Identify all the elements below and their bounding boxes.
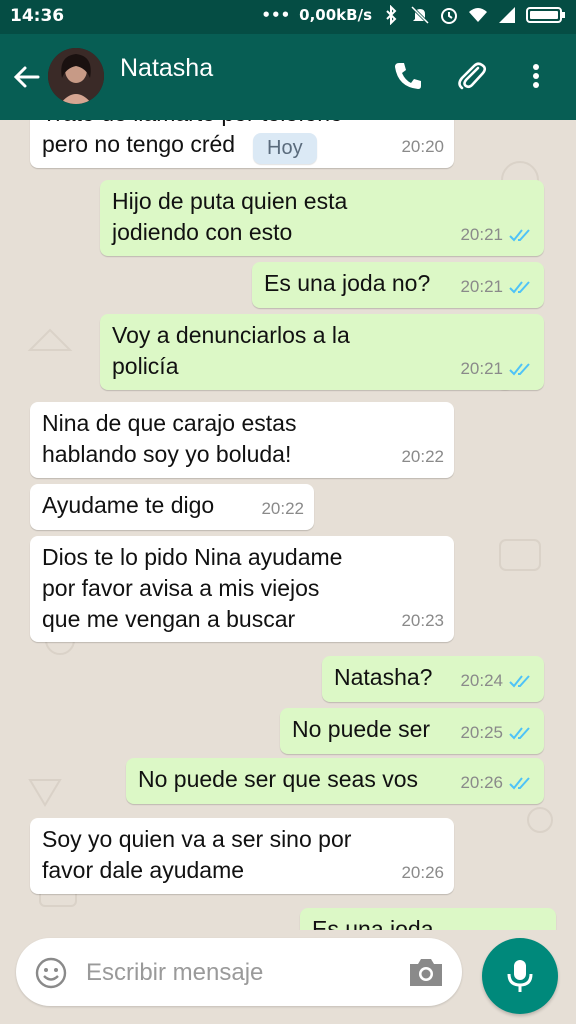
message-meta: 20:21 xyxy=(460,353,534,384)
read-ticks-icon xyxy=(509,362,530,375)
message-bubble-outgoing[interactable]: Es una joda xyxy=(300,908,556,930)
message-text: Trato de llamarte por teléfono pero no t… xyxy=(42,120,343,157)
message-time: 20:22 xyxy=(401,447,444,466)
attach-icon[interactable] xyxy=(454,58,490,94)
message-time: 20:24 xyxy=(460,671,503,690)
message-bubble-incoming[interactable]: Ayudame te digo 20:22 xyxy=(30,484,314,530)
message-meta: 20:21 xyxy=(460,219,534,250)
message-meta: 20:26 xyxy=(401,857,444,888)
camera-icon[interactable] xyxy=(406,954,446,990)
message-list[interactable]: Trato de llamarte por teléfono pero no t… xyxy=(0,120,576,930)
contact-name[interactable]: Natasha xyxy=(120,54,213,83)
read-ticks-icon xyxy=(509,776,530,789)
read-ticks-icon xyxy=(509,674,530,687)
mic-icon xyxy=(507,960,533,992)
message-bubble-outgoing[interactable]: No puede ser que seas vos 20:26 xyxy=(126,758,544,804)
message-bubble-outgoing[interactable]: Hijo de puta quien esta jodiendo con est… xyxy=(100,180,544,256)
message-time: 20:26 xyxy=(460,773,503,792)
message-input[interactable] xyxy=(86,956,386,990)
message-bubble-outgoing[interactable]: Es una joda no? 20:21 xyxy=(252,262,544,308)
read-ticks-icon xyxy=(509,280,530,293)
wifi-icon xyxy=(469,8,487,22)
status-time: 14:36 xyxy=(10,6,65,26)
alarm-icon xyxy=(441,8,457,24)
message-meta: 20:22 xyxy=(261,493,304,524)
message-time: 20:21 xyxy=(460,225,503,244)
message-time: 20:20 xyxy=(401,137,444,156)
message-bubble-outgoing[interactable]: Natasha? 20:24 xyxy=(322,656,544,702)
mute-icon xyxy=(410,5,430,25)
message-time: 20:25 xyxy=(460,723,503,742)
date-chip: Hoy xyxy=(253,133,317,164)
message-time: 20:21 xyxy=(460,359,503,378)
read-ticks-icon xyxy=(509,726,530,739)
bluetooth-icon xyxy=(386,5,397,25)
message-time: 20:22 xyxy=(261,499,304,518)
more-vert-icon[interactable] xyxy=(518,58,554,94)
message-bubble-outgoing[interactable]: Voy a denunciarlos a la policía 20:21 xyxy=(100,314,544,390)
battery-icon xyxy=(526,7,565,23)
network-speed: 0,00kB/s xyxy=(299,6,372,24)
status-icons: ••• 0,00kB/s xyxy=(261,5,566,25)
message-time: 20:21 xyxy=(460,277,503,296)
message-meta: 20:26 xyxy=(460,767,534,798)
message-bubble-incoming[interactable]: Trato de llamarte por teléfono pero no t… xyxy=(30,120,454,168)
read-ticks-icon xyxy=(509,228,530,241)
message-meta: 20:25 xyxy=(460,717,534,748)
message-meta: 20:22 xyxy=(401,441,444,472)
status-bar: 14:36 ••• 0,00kB/s xyxy=(0,0,576,34)
message-bubble-incoming[interactable]: Soy yo quien va a ser sino por favor dal… xyxy=(30,818,454,894)
message-time: 20:23 xyxy=(401,611,444,630)
message-text: Es una joda xyxy=(312,916,434,930)
emoji-icon[interactable] xyxy=(34,956,68,990)
message-meta: 20:21 xyxy=(460,271,534,302)
message-meta: 20:23 xyxy=(401,605,444,636)
message-time: 20:26 xyxy=(401,863,444,882)
message-composer xyxy=(16,938,462,1006)
back-arrow-icon[interactable] xyxy=(10,60,44,94)
message-text: Dios te lo pido Nina ayudame por favor a… xyxy=(42,544,343,632)
phone-icon[interactable] xyxy=(390,58,426,94)
message-meta: 20:20 xyxy=(401,131,444,162)
message-bubble-incoming[interactable]: Dios te lo pido Nina ayudame por favor a… xyxy=(30,536,454,642)
message-bubble-incoming[interactable]: Nina de que carajo estas hablando soy yo… xyxy=(30,402,454,478)
chat-header: Natasha xyxy=(0,34,576,120)
dots-indicator: ••• xyxy=(261,6,291,24)
message-bubble-outgoing[interactable]: No puede ser 20:25 xyxy=(280,708,544,754)
avatar[interactable] xyxy=(48,48,104,104)
message-text: Nina de que carajo estas hablando soy yo… xyxy=(42,410,297,467)
mic-button[interactable] xyxy=(482,938,558,1014)
message-text: Soy yo quien va a ser sino por favor dal… xyxy=(42,826,352,883)
signal-icon xyxy=(499,7,515,23)
message-meta: 20:24 xyxy=(460,665,534,696)
